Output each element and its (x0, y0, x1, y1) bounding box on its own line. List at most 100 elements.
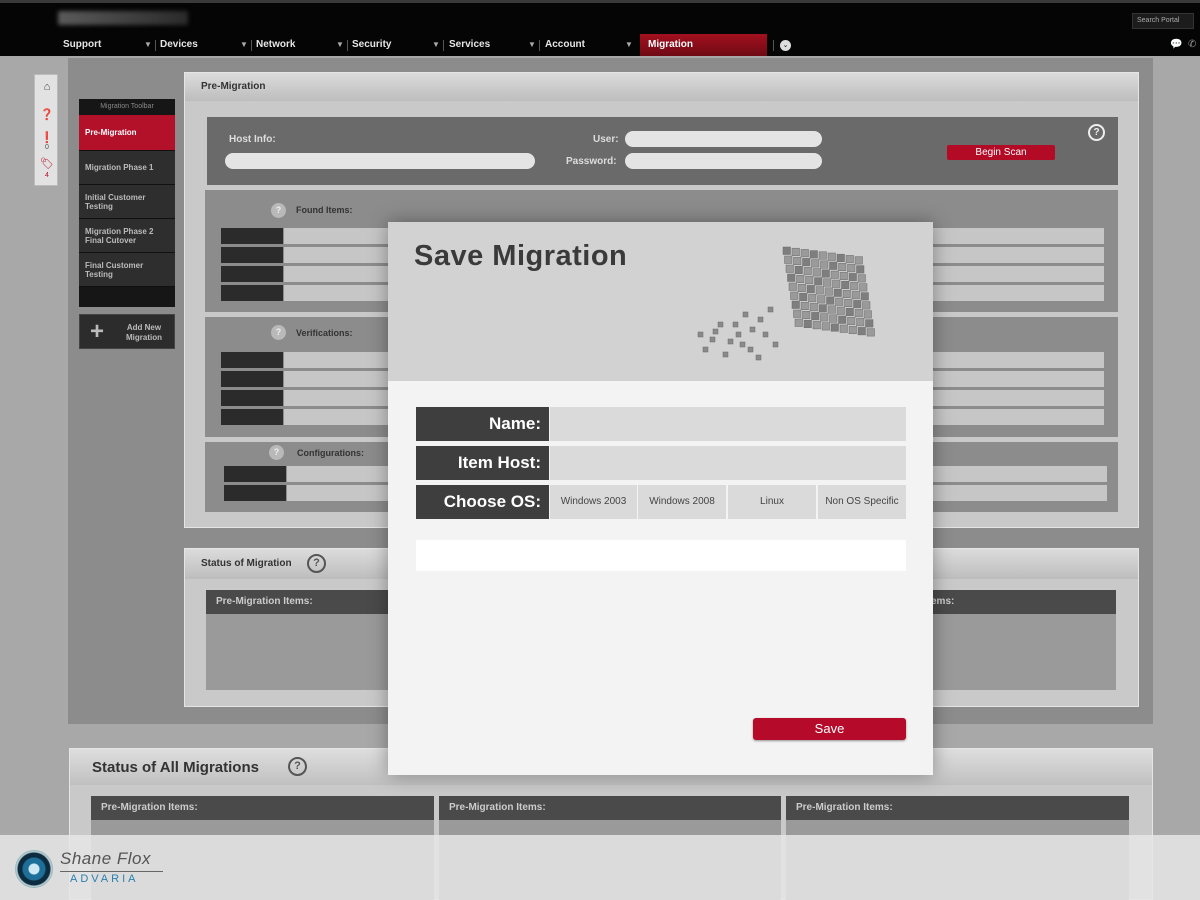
help-icon[interactable]: ? (307, 554, 326, 573)
nav-divider (155, 40, 156, 51)
nav-support[interactable]: Support (63, 34, 101, 56)
list-item (221, 266, 283, 282)
nav-divider (347, 40, 348, 51)
side-icon-bar: ⌂ ❓ ❗ 0 🏷 4 (34, 74, 58, 186)
nav-more-chevron-icon[interactable]: ⌄ (780, 40, 791, 51)
column-header: Pre-Migration Items: (439, 796, 781, 820)
save-button[interactable]: Save (753, 718, 906, 740)
list-item (221, 390, 283, 406)
nav-divider (251, 40, 252, 51)
help-icon[interactable]: ? (271, 203, 286, 218)
os-option-linux[interactable]: Linux (728, 485, 816, 519)
list-item (221, 409, 283, 425)
list-item (224, 466, 286, 482)
list-item (221, 352, 283, 368)
toolbar-title: Migration Toolbar (100, 103, 154, 110)
dialog-title: Save Migration (414, 240, 628, 272)
company-logo[interactable] (58, 11, 188, 25)
nav-security-caret-icon[interactable]: ▼ (432, 34, 440, 56)
brand-logo-icon (15, 850, 53, 888)
status-of-all-migrations-title: Status of All Migrations (92, 759, 259, 776)
nav-devices[interactable]: Devices (160, 34, 198, 56)
list-item (221, 247, 283, 263)
user-label: User: (593, 134, 619, 145)
nav-account-caret-icon[interactable]: ▼ (625, 34, 633, 56)
nav-services[interactable]: Services (449, 34, 490, 56)
password-label: Password: (566, 156, 617, 167)
item-host-row: Item Host: (416, 446, 906, 480)
nav-devices-caret-icon[interactable]: ▼ (240, 34, 248, 56)
dialog-header: Save Migration (388, 222, 933, 381)
toolbar-item-pre-migration[interactable]: Pre-Migration (79, 115, 175, 151)
brand-name: Shane Flox (60, 849, 151, 868)
help-icon[interactable]: ? (269, 445, 284, 460)
brand-subtitle: ADVARIA (70, 873, 139, 885)
column-header-partial: ems: (931, 596, 955, 607)
search-portal-input[interactable]: Search Portal (1132, 13, 1194, 29)
list-item (221, 228, 283, 244)
os-option-windows-2008[interactable]: Windows 2008 (638, 485, 726, 519)
tag-count: 4 (45, 172, 49, 179)
save-migration-dialog: Save Migration Name: Item Host: Choose O… (388, 222, 933, 775)
nav-support-caret-icon[interactable]: ▼ (144, 34, 152, 56)
nav-services-caret-icon[interactable]: ▼ (528, 34, 536, 56)
divider (60, 871, 163, 872)
verifications-title: Verifications: (296, 328, 353, 338)
tag-icon[interactable]: 🏷 (35, 157, 59, 170)
host-info-box: Host Info: User: Password: Begin Scan ? (207, 117, 1118, 185)
nav-divider (773, 40, 774, 51)
name-input[interactable] (550, 407, 906, 441)
nav-divider (443, 40, 444, 51)
begin-scan-button[interactable]: Begin Scan (947, 145, 1055, 160)
host-info-input[interactable] (225, 153, 535, 169)
plus-icon: + (90, 318, 105, 345)
os-option-windows-2003[interactable]: Windows 2003 (550, 485, 637, 519)
column-header: Pre-Migration Items: (786, 796, 1129, 820)
add-new-migration-button[interactable]: + Add New Migration (79, 314, 175, 349)
item-host-input[interactable] (550, 446, 906, 480)
found-items-title: Found Items: (296, 205, 353, 215)
data-cube-icon (697, 246, 875, 361)
nav-migration[interactable]: Migration (640, 34, 767, 56)
os-option-non-os-specific[interactable]: Non OS Specific (818, 485, 906, 519)
top-nav-bar: Search Portal Support ▼ Devices ▼ Networ… (0, 0, 1200, 56)
chat-icon[interactable]: 💬 (1170, 39, 1182, 50)
host-info-label: Host Info: (229, 134, 276, 145)
help-icon[interactable]: ? (271, 325, 286, 340)
nav-divider (539, 40, 540, 51)
choose-os-row: Choose OS: Windows 2003 Windows 2008 Lin… (416, 485, 906, 519)
help-icon[interactable]: ? (1088, 124, 1105, 141)
choose-os-label: Choose OS: (416, 485, 549, 519)
footer-brand-bar: Shane Flox ADVARIA (0, 835, 1200, 900)
nav-account[interactable]: Account (545, 34, 585, 56)
pre-migration-title: Pre-Migration (185, 73, 1138, 101)
toolbar-item-migration-phase-2[interactable]: Migration Phase 2 Final Cutover (79, 219, 175, 253)
alert-count: 0 (45, 144, 49, 151)
list-item (221, 371, 283, 387)
migration-toolbar: Migration Toolbar Pre-Migration Migratio… (79, 99, 175, 307)
main-nav: Support ▼ Devices ▼ Network ▼ Security ▼… (0, 34, 1200, 56)
toolbar-item-initial-customer-testing[interactable]: Initial Customer Testing (79, 185, 175, 219)
nav-security[interactable]: Security (352, 34, 391, 56)
password-input[interactable] (625, 153, 822, 169)
list-item (221, 285, 283, 301)
name-label: Name: (416, 407, 549, 441)
phone-icon[interactable]: ✆ (1188, 39, 1196, 50)
nav-network[interactable]: Network (256, 34, 295, 56)
column-header: Pre-Migration Items: (91, 796, 434, 820)
alert-icon[interactable]: ❗ (35, 131, 59, 144)
help-icon[interactable]: ? (288, 757, 307, 776)
toolbar-item-migration-phase-1[interactable]: Migration Phase 1 (79, 151, 175, 185)
list-item (224, 485, 286, 501)
home-icon[interactable]: ⌂ (35, 81, 59, 93)
help-icon[interactable]: ❓ (35, 108, 59, 121)
nav-network-caret-icon[interactable]: ▼ (336, 34, 344, 56)
pre-migration-items-header: Pre-Migration Items: (216, 596, 313, 607)
add-new-label: Add New Migration (126, 323, 162, 342)
name-row: Name: (416, 407, 906, 441)
toolbar-item-final-customer-testing[interactable]: Final Customer Testing (79, 253, 175, 287)
notes-field[interactable] (416, 540, 906, 571)
item-host-label: Item Host: (416, 446, 549, 480)
user-input[interactable] (625, 131, 822, 147)
configurations-title: Configurations: (297, 448, 364, 458)
